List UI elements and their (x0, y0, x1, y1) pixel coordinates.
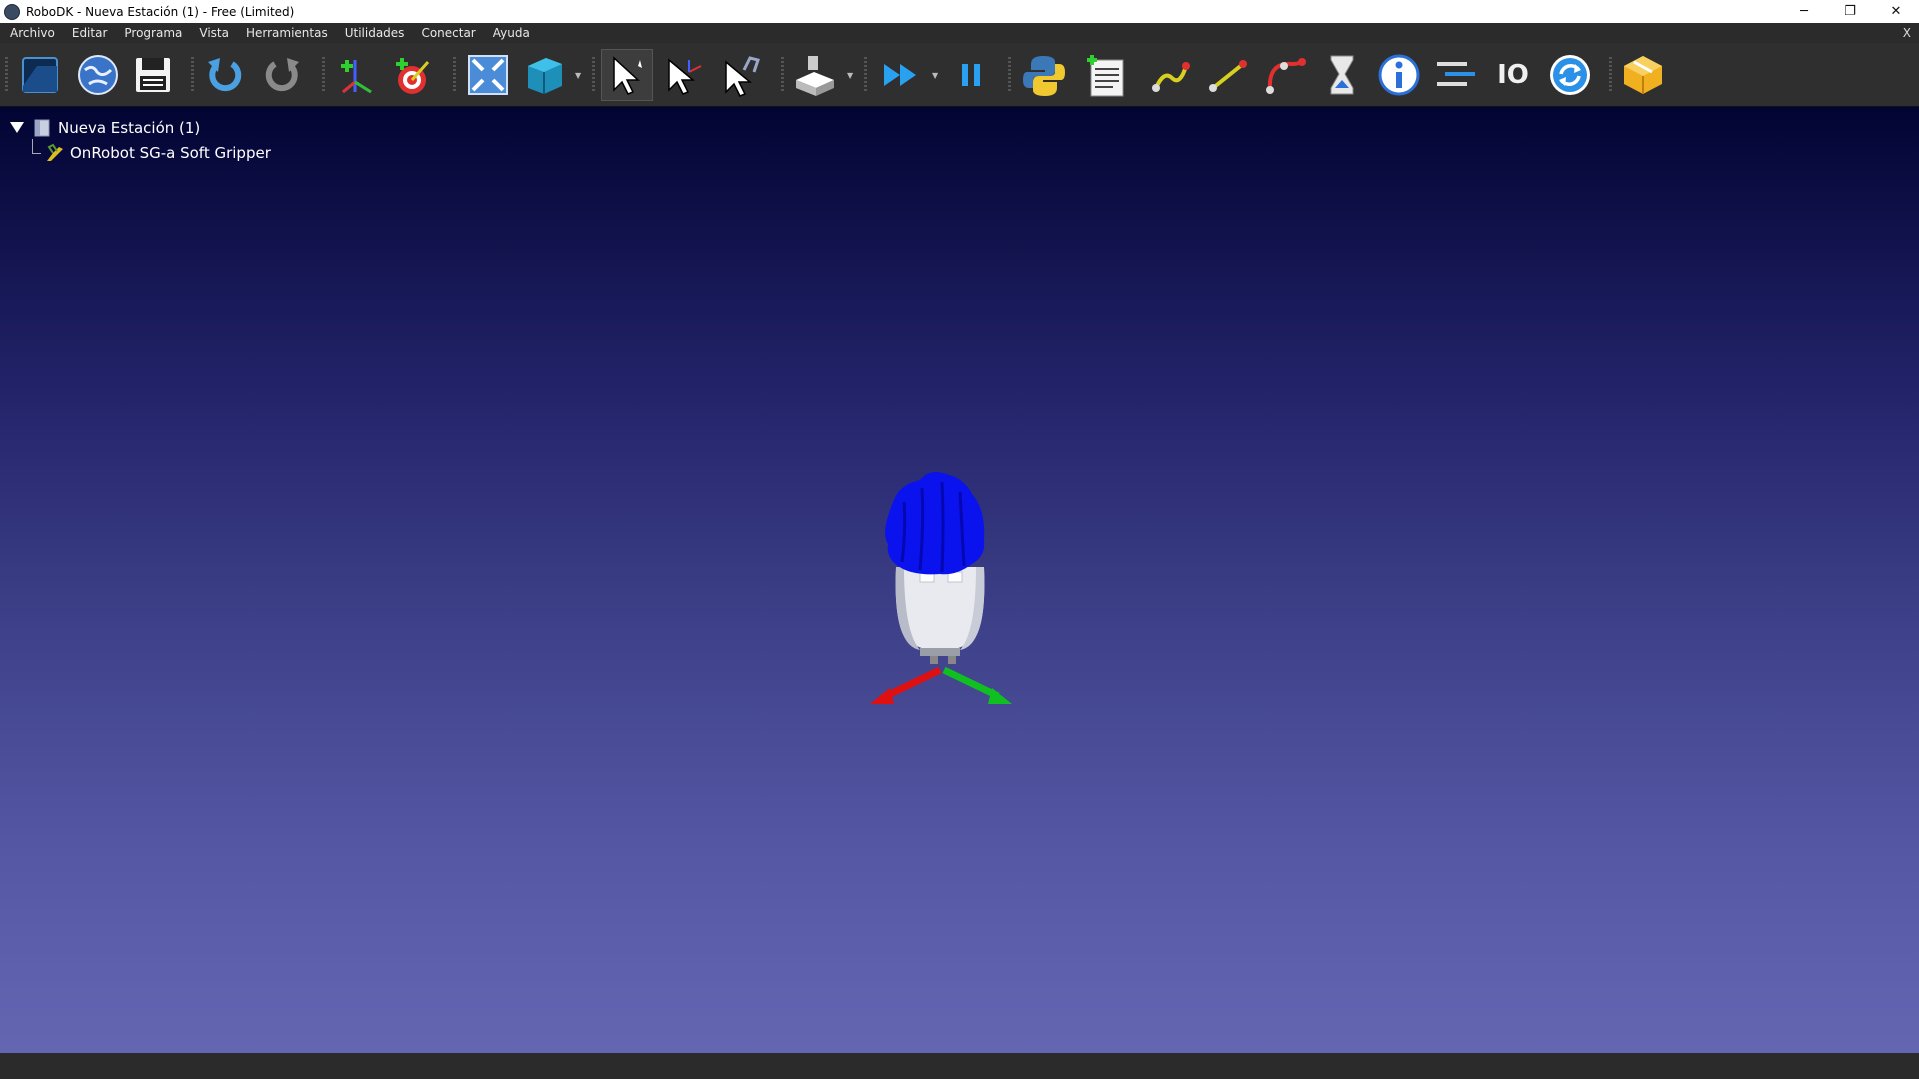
collapse-arrow-icon[interactable] (10, 122, 24, 133)
loop-button[interactable] (1544, 49, 1596, 101)
gripper-tool-icon (47, 143, 63, 161)
menu-editar[interactable]: Editar (62, 23, 115, 43)
menu-conectar[interactable]: Conectar (411, 23, 482, 43)
redo-button[interactable] (256, 49, 308, 101)
toolbar-separator (781, 57, 784, 93)
move-tool-icon (725, 56, 760, 97)
teach-tool-icon (796, 56, 834, 96)
menu-herramientas[interactable]: Herramientas (236, 23, 335, 43)
add-reference-frame-button[interactable] (330, 49, 382, 101)
linear-move-icon (1209, 60, 1247, 92)
add-target-icon (396, 58, 430, 94)
pause-instruction-icon (1330, 55, 1354, 95)
toolbar-separator (5, 57, 8, 93)
io-button[interactable]: IO (1487, 49, 1539, 101)
python-icon (1023, 56, 1065, 96)
add-program-button[interactable] (1080, 49, 1132, 101)
robodk-logo-icon (4, 3, 20, 20)
tree-connector (32, 139, 41, 154)
menu-archivo[interactable]: Archivo (0, 23, 62, 43)
fast-forward-icon (884, 64, 916, 86)
toolbar-separator (191, 57, 194, 93)
add-program-icon (1087, 55, 1124, 97)
add-target-button[interactable] (387, 49, 439, 101)
message-icon (1378, 54, 1420, 96)
menu-programa[interactable]: Programa (114, 23, 189, 43)
view-dropdown-arrow[interactable]: ▼ (575, 71, 581, 80)
menu-utilidades[interactable]: Utilidades (335, 23, 412, 43)
main-toolbar: ▼ ▼ ▼ IO (0, 43, 1919, 107)
soft-gripper-model[interactable] (860, 452, 1060, 712)
window-title: RoboDK - Nueva Estación (1) - Free (Limi… (26, 4, 295, 19)
tree-item-station[interactable]: Nueva Estación (1) (10, 115, 271, 140)
menu-ayuda[interactable]: Ayuda (483, 23, 537, 43)
fit-all-icon (468, 55, 508, 95)
online-library-button[interactable] (72, 49, 124, 101)
speed-dropdown-arrow[interactable]: ▼ (932, 71, 938, 80)
redo-icon (265, 58, 299, 92)
select-button[interactable] (601, 49, 653, 101)
fast-forward-button[interactable] (875, 49, 927, 101)
tree-label-station: Nueva Estación (1) (58, 118, 201, 137)
set-speed-button[interactable] (1430, 49, 1482, 101)
message-button[interactable] (1373, 49, 1425, 101)
toolbar-separator (322, 57, 325, 93)
station-icon (34, 119, 50, 136)
view-cube-button[interactable] (519, 49, 571, 101)
toolbar-separator (453, 57, 456, 93)
toolbar-separator (1609, 57, 1612, 93)
select-icon (613, 56, 642, 95)
move-tool-button[interactable] (715, 49, 767, 101)
menu-bar: Archivo Editar Programa Vista Herramient… (0, 23, 1919, 43)
undo-icon (208, 58, 242, 92)
joint-move-button[interactable] (1145, 49, 1197, 101)
loop-icon (1550, 55, 1590, 95)
toolbar-separator (592, 57, 595, 93)
title-bar: RoboDK - Nueva Estación (1) - Free (Limi… (0, 0, 1919, 23)
maximize-button[interactable]: ❐ (1827, 0, 1873, 23)
set-speed-icon (1437, 62, 1475, 86)
menu-close-button[interactable]: X (1895, 26, 1919, 40)
view-cube-icon (528, 58, 562, 94)
minimize-button[interactable]: ─ (1781, 0, 1827, 23)
station-tree: Nueva Estación (1) OnRobot SG-a Soft Gri… (10, 115, 271, 165)
undo-button[interactable] (199, 49, 251, 101)
toolbar-separator (864, 57, 867, 93)
linear-move-button[interactable] (1202, 49, 1254, 101)
x-axis-arrowhead (870, 688, 894, 704)
pause-instruction-button[interactable] (1316, 49, 1368, 101)
fit-all-button[interactable] (462, 49, 514, 101)
toolbar-separator (1008, 57, 1011, 93)
status-bar (0, 1053, 1919, 1079)
close-button[interactable]: ✕ (1873, 0, 1919, 23)
menu-vista[interactable]: Vista (189, 23, 236, 43)
save-icon (136, 58, 170, 92)
open-button[interactable] (14, 49, 66, 101)
3d-viewport[interactable]: Nueva Estación (1) OnRobot SG-a Soft Gri… (0, 107, 1919, 1053)
y-axis-arrow (942, 666, 1000, 700)
io-icon: IO (1497, 60, 1529, 90)
online-library-icon (78, 55, 118, 95)
add-ons-icon (1624, 56, 1662, 94)
joint-move-icon (1152, 62, 1190, 92)
add-reference-frame-icon (341, 60, 372, 94)
move-reference-button[interactable] (658, 49, 710, 101)
tree-item-tool[interactable]: OnRobot SG-a Soft Gripper (10, 139, 271, 165)
python-button[interactable] (1018, 49, 1070, 101)
open-icon (22, 57, 58, 93)
teach-dropdown-arrow[interactable]: ▼ (847, 71, 853, 80)
add-ons-button[interactable] (1617, 49, 1669, 101)
save-button[interactable] (127, 49, 179, 101)
circular-move-button[interactable] (1259, 49, 1311, 101)
pause-icon (962, 64, 980, 86)
circular-move-icon (1266, 58, 1306, 94)
pause-button[interactable] (945, 49, 997, 101)
y-axis-arrowhead (988, 688, 1012, 704)
move-reference-icon (668, 58, 702, 95)
teach-tool-button[interactable] (789, 49, 841, 101)
tree-label-tool: OnRobot SG-a Soft Gripper (70, 143, 271, 162)
